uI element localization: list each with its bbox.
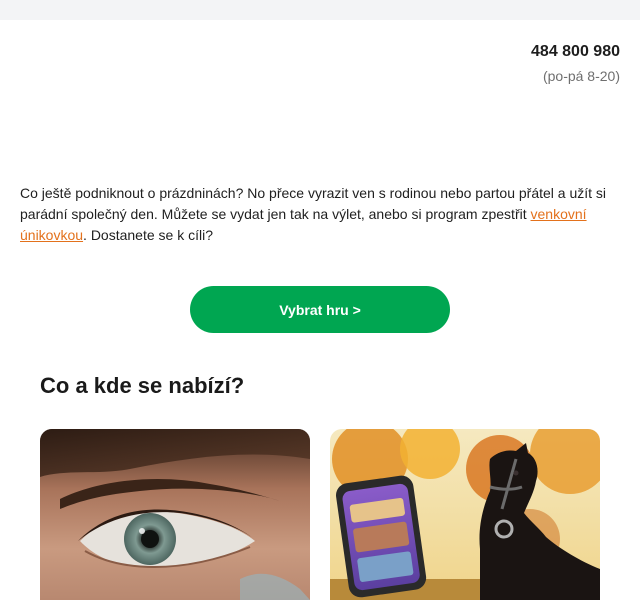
card-horse-image[interactable] xyxy=(330,429,600,600)
contact-block: 484 800 980 (po-pá 8-20) xyxy=(531,42,620,85)
choose-game-button[interactable]: Vybrat hru > xyxy=(190,286,450,333)
phone-number[interactable]: 484 800 980 xyxy=(531,42,620,62)
intro-paragraph: Co ještě podniknout o prázdninách? No př… xyxy=(20,183,620,246)
card-eye-image[interactable] xyxy=(40,429,310,600)
office-hours: (po-pá 8-20) xyxy=(542,68,620,84)
intro-text-after: . Dostanete se k cíli? xyxy=(83,227,213,243)
top-band xyxy=(0,0,640,20)
phone-and-horse-image xyxy=(330,429,600,600)
eye-closeup-image xyxy=(40,429,310,600)
intro-text-before: Co ještě podniknout o prázdninách? No př… xyxy=(20,185,607,222)
section-title: Co a kde se nabízí? xyxy=(40,373,245,398)
